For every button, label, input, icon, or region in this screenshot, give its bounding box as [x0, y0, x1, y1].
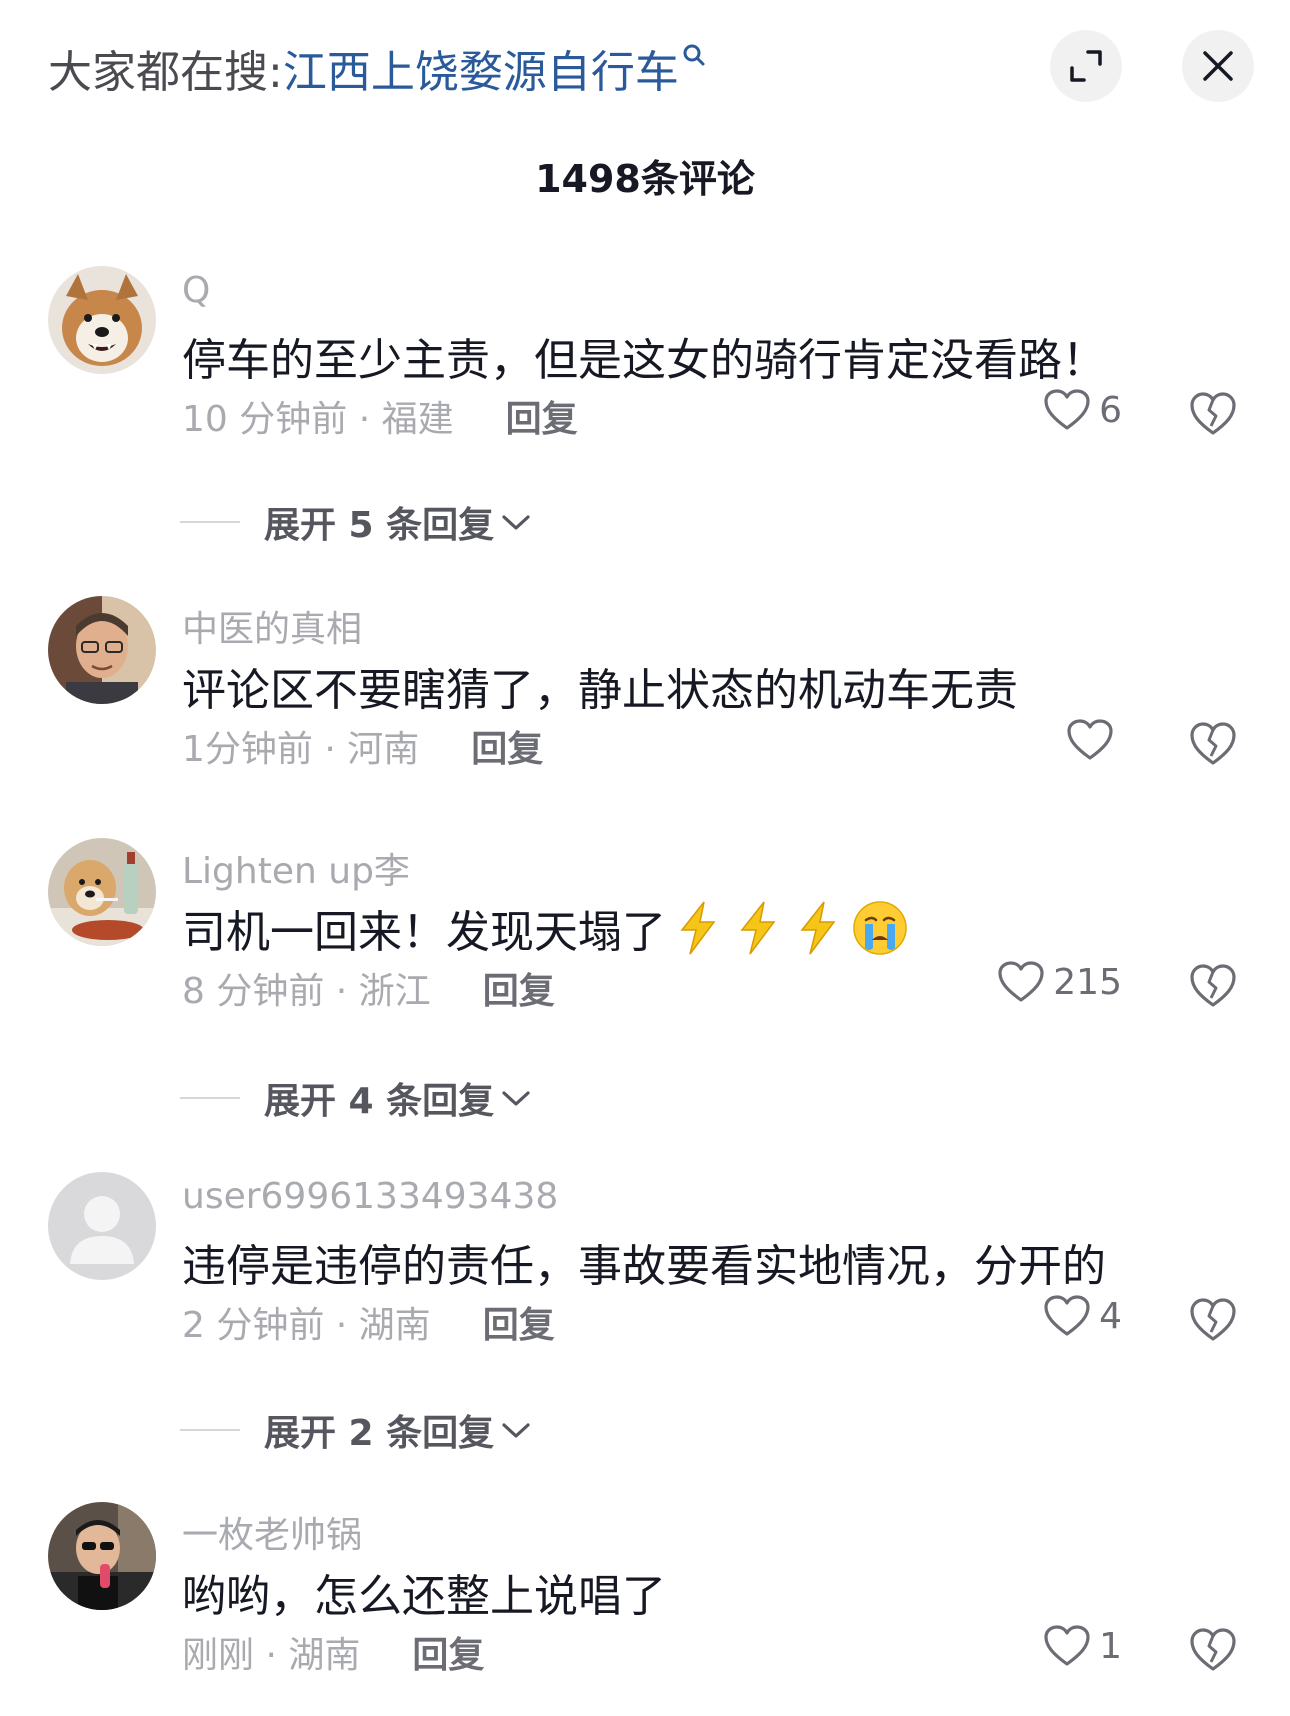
like-button[interactable]	[1066, 718, 1122, 762]
expand-button[interactable]	[1050, 30, 1122, 102]
like-count: 4	[1099, 1295, 1122, 1337]
comment-text: 评论区不要瞎猜了，静止状态的机动车无责	[182, 665, 1018, 716]
like-count: 6	[1099, 389, 1122, 431]
like-button[interactable]: 1	[1043, 1624, 1122, 1668]
comment-text-row: 司机一回来！发现天塌了	[182, 896, 910, 960]
search-icon	[683, 44, 705, 66]
close-button[interactable]	[1182, 30, 1254, 102]
avatar[interactable]	[48, 596, 156, 704]
comment-username[interactable]: Lighten up李	[182, 842, 410, 894]
avatar[interactable]	[48, 838, 156, 946]
comment-time-location: 1分钟前 · 河南	[182, 729, 420, 770]
comment-time-location: 10 分钟前 · 福建	[182, 399, 454, 440]
reply-button[interactable]: 回复	[483, 1296, 555, 1348]
divider-line	[180, 1097, 240, 1099]
avatar[interactable]	[48, 266, 156, 374]
reply-button[interactable]: 回复	[483, 962, 555, 1014]
expand-replies-label: 展开 4 条回复	[264, 1081, 495, 1122]
trending-search-term[interactable]: 江西上饶婺源自行车	[283, 36, 679, 100]
comment-time-location: 刚刚 · 湖南	[182, 1635, 361, 1676]
reply-button[interactable]: 回复	[506, 390, 578, 442]
like-count: 215	[1053, 961, 1122, 1003]
divider-line	[180, 1429, 240, 1431]
trending-search-prefix: 大家都在搜:	[48, 47, 283, 98]
like-button[interactable]: 4	[1043, 1294, 1122, 1338]
comment-time-location: 8 分钟前 · 浙江	[182, 971, 431, 1012]
expand-replies-label: 展开 2 条回复	[264, 1413, 495, 1454]
avatar-man-sunglasses-image	[48, 1502, 156, 1610]
crying-face-emoji	[853, 901, 907, 955]
avatar[interactable]	[48, 1502, 156, 1610]
avatar-dog-image	[48, 838, 156, 946]
broken-heart-icon[interactable]	[1188, 720, 1238, 768]
comment-username[interactable]: Q	[182, 270, 210, 311]
chevron-down-icon	[502, 515, 530, 530]
comment-username[interactable]: user6996133493438	[182, 1176, 558, 1217]
comment-time-location: 2 分钟前 · 湖南	[182, 1305, 431, 1346]
lightning-emoji	[740, 901, 776, 955]
comment-text: 违停是违停的责任，事故要看实地情况，分开的	[182, 1241, 1106, 1292]
avatar[interactable]	[48, 1172, 156, 1280]
heart-icon	[1044, 389, 1090, 430]
heart-icon	[1067, 719, 1113, 760]
avatar-shiba-image	[48, 266, 156, 374]
broken-heart-icon[interactable]	[1188, 1296, 1238, 1344]
search-header: 大家都在搜: 江西上饶婺源自行车	[0, 0, 1290, 140]
comment-meta: 刚刚 · 湖南 回复	[182, 1626, 484, 1678]
comment-text: 哟哟，怎么还整上说唱了	[182, 1571, 666, 1622]
heart-icon	[1044, 1625, 1090, 1666]
close-icon	[1203, 51, 1233, 81]
like-button[interactable]: 215	[997, 960, 1122, 1004]
broken-heart-icon[interactable]	[1188, 962, 1238, 1010]
chevron-down-icon	[502, 1423, 530, 1438]
comment-text: 司机一回来！发现天塌了	[182, 907, 666, 958]
comment-meta: 10 分钟前 · 福建 回复	[182, 390, 578, 442]
trending-search[interactable]: 大家都在搜: 江西上饶婺源自行车	[48, 36, 707, 100]
reply-button[interactable]: 回复	[471, 720, 543, 772]
comment-meta: 8 分钟前 · 浙江 回复	[182, 962, 555, 1014]
expand-replies-button[interactable]: 展开 5 条回复	[180, 496, 532, 548]
comment-text: 停车的至少主责，但是这女的骑行肯定没看路！	[182, 335, 1106, 386]
broken-heart-icon[interactable]	[1188, 390, 1238, 438]
expand-replies-label: 展开 5 条回复	[264, 505, 495, 546]
comment-count-title: 1498条评论	[535, 157, 755, 201]
divider-line	[180, 521, 240, 523]
expand-icon	[1070, 50, 1102, 82]
lightning-emoji	[800, 901, 836, 955]
default-avatar-icon	[48, 1172, 156, 1280]
reply-button[interactable]: 回复	[412, 1626, 484, 1678]
comment-username[interactable]: 中医的真相	[182, 600, 362, 652]
like-count: 1	[1099, 1625, 1122, 1667]
avatar-man-image	[48, 596, 156, 704]
heart-icon	[1044, 1295, 1090, 1336]
expand-replies-button[interactable]: 展开 2 条回复	[180, 1404, 532, 1456]
comment-meta: 2 分钟前 · 湖南 回复	[182, 1296, 555, 1348]
comment-username[interactable]: 一枚老帅锅	[182, 1506, 362, 1558]
heart-icon	[998, 961, 1044, 1002]
like-button[interactable]: 6	[1043, 388, 1122, 432]
broken-heart-icon[interactable]	[1188, 1626, 1238, 1674]
expand-replies-button[interactable]: 展开 4 条回复	[180, 1072, 532, 1124]
chevron-down-icon	[502, 1091, 530, 1106]
lightning-emoji	[680, 901, 716, 955]
comment-meta: 1分钟前 · 河南 回复	[182, 720, 543, 772]
